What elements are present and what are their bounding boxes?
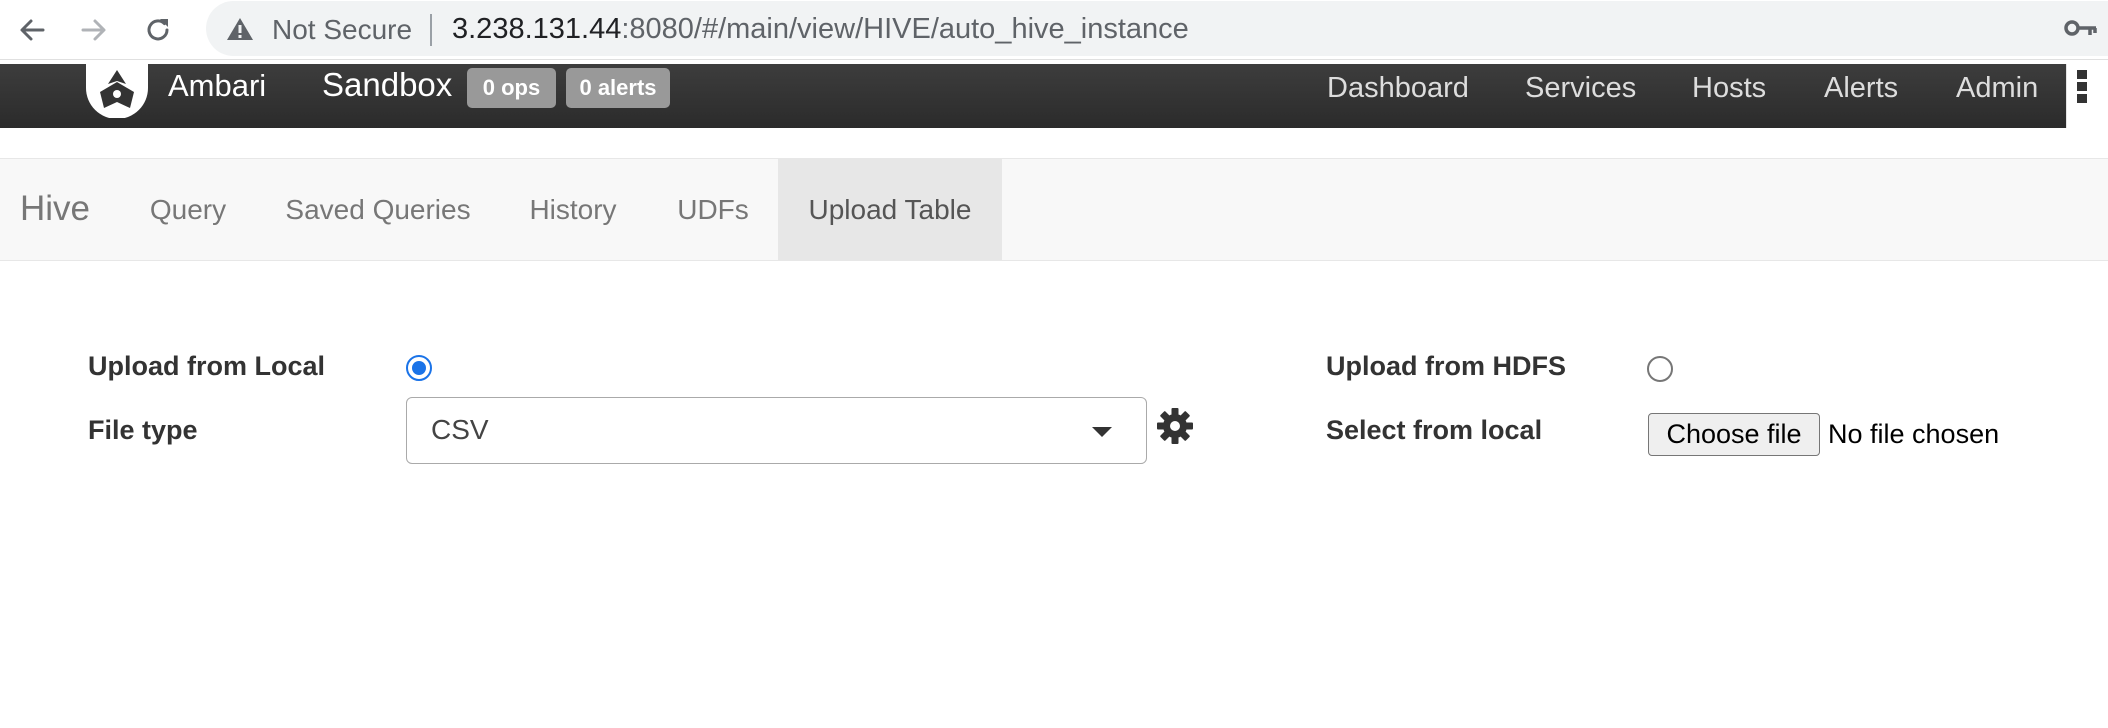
- hive-nav-bar: Hive Query Saved Queries History UDFs Up…: [0, 158, 2108, 261]
- file-type-select[interactable]: CSV: [406, 397, 1147, 464]
- select-from-local-label: Select from local: [1326, 415, 1543, 445]
- nav-alerts[interactable]: Alerts: [1824, 72, 1898, 105]
- ambari-logo-icon[interactable]: [86, 64, 148, 118]
- ambari-top-nav: Ambari Sandbox 0 ops 0 alerts Dashboard …: [0, 64, 2066, 128]
- upload-from-local-label: Upload from Local: [88, 351, 326, 381]
- chevron-down-icon: [1092, 427, 1112, 437]
- nav-admin[interactable]: Admin: [1956, 72, 2038, 105]
- tab-udfs[interactable]: UDFs: [660, 159, 766, 260]
- url-path: :8080/#/main/view/HIVE/auto_hive_instanc…: [621, 13, 1189, 45]
- ambari-brand[interactable]: Ambari: [168, 68, 266, 104]
- nav-dashboard[interactable]: Dashboard: [1327, 72, 1469, 105]
- no-file-chosen-text: No file chosen: [1828, 419, 2000, 449]
- upload-from-local-radio[interactable]: [406, 355, 432, 381]
- file-type-label: File type: [88, 415, 198, 445]
- nav-services[interactable]: Services: [1525, 72, 1636, 105]
- url-host: 3.238.131.44: [452, 13, 622, 45]
- tab-saved-queries[interactable]: Saved Queries: [268, 159, 488, 260]
- nav-hosts[interactable]: Hosts: [1692, 72, 1766, 105]
- back-button[interactable]: [10, 8, 54, 52]
- views-menu-button[interactable]: [2066, 64, 2108, 128]
- alerts-badge[interactable]: 0 alerts: [566, 68, 670, 108]
- choose-file-button[interactable]: Choose file: [1648, 413, 1820, 456]
- browser-toolbar: Not Secure 3.238.131.44:8080/#/main/view…: [0, 0, 2108, 60]
- reload-button[interactable]: [136, 8, 180, 52]
- tab-query[interactable]: Query: [128, 159, 248, 260]
- forward-arrow-icon: [81, 19, 106, 41]
- not-secure-label[interactable]: Not Secure: [272, 14, 412, 46]
- reload-icon: [147, 19, 169, 41]
- hive-brand[interactable]: Hive: [20, 189, 90, 229]
- upload-from-hdfs-radio[interactable]: [1647, 356, 1673, 382]
- back-arrow-icon: [20, 19, 45, 41]
- key-icon[interactable]: [2064, 18, 2098, 38]
- tab-history[interactable]: History: [508, 159, 638, 260]
- upload-from-hdfs-label: Upload from HDFS: [1326, 351, 1566, 381]
- menu-grid-icon: [2077, 70, 2087, 103]
- gear-icon[interactable]: [1156, 407, 1194, 445]
- forward-button[interactable]: [72, 8, 116, 52]
- url-text[interactable]: 3.238.131.44:8080/#/main/view/HIVE/auto_…: [452, 13, 1189, 46]
- address-divider: [430, 14, 432, 46]
- file-type-value: CSV: [431, 414, 489, 445]
- warning-icon[interactable]: [226, 16, 254, 42]
- address-bar[interactable]: Not Secure 3.238.131.44:8080/#/main/view…: [206, 1, 2108, 56]
- tab-upload-table[interactable]: Upload Table: [778, 159, 1002, 260]
- cluster-name[interactable]: Sandbox: [322, 66, 452, 104]
- ops-badge[interactable]: 0 ops: [467, 68, 556, 108]
